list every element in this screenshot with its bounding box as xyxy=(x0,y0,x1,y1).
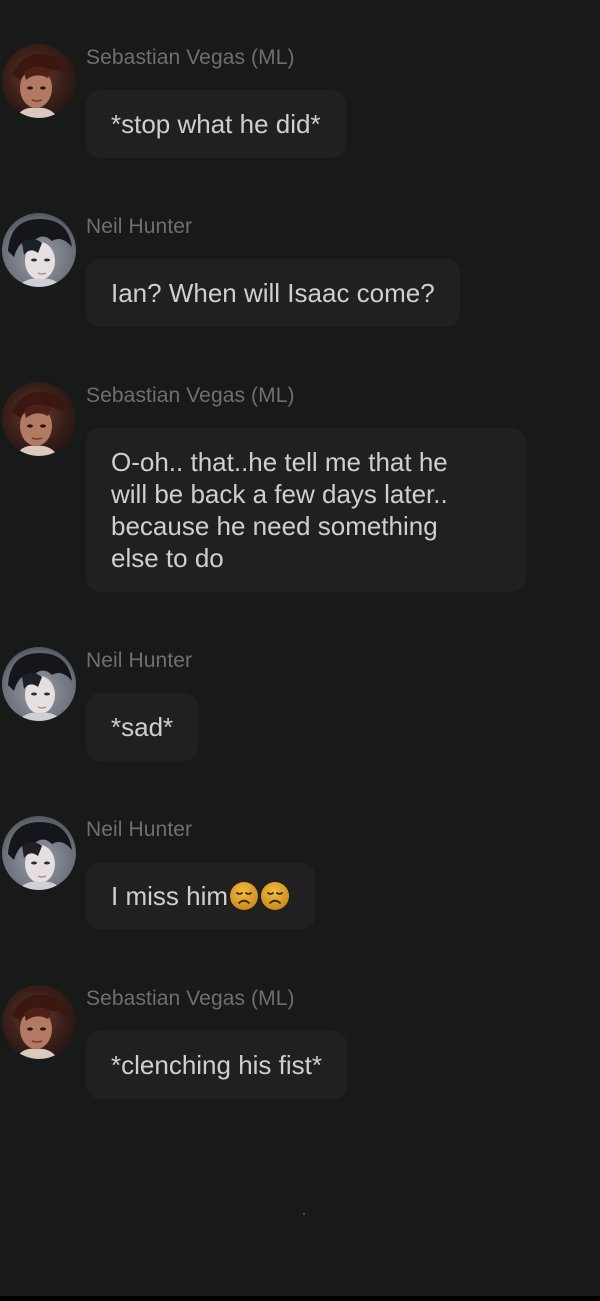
message-bubble[interactable]: *clenching his fist* xyxy=(86,1031,347,1099)
disappointed-face-icon xyxy=(229,881,259,911)
message-bubble[interactable]: Ian? When will Isaac come? xyxy=(86,259,460,327)
message-text: *clenching his fist* xyxy=(111,1050,322,1080)
avatar-neil[interactable] xyxy=(2,647,76,721)
sender-name: Neil Hunter xyxy=(86,649,193,672)
message-bubble[interactable]: I miss him xyxy=(86,862,315,930)
sender-name: Sebastian Vegas (ML) xyxy=(86,987,295,1010)
avatar-sebastian[interactable] xyxy=(2,382,76,456)
message-text: Ian? When will Isaac come? xyxy=(111,278,435,308)
sender-name: Sebastian Vegas (ML) xyxy=(86,46,295,69)
disappointed-face-icon xyxy=(260,881,290,911)
typing-indicator-dot xyxy=(303,1213,305,1215)
message-text: *sad* xyxy=(111,712,174,742)
message-text-line: will be back a few days later.. xyxy=(111,479,448,509)
message-text: I miss him xyxy=(111,881,228,911)
sender-name: Neil Hunter xyxy=(86,215,193,238)
message-text-line: O-oh.. that..he tell me that he xyxy=(111,447,448,477)
chat-thread: Sebastian Vegas (ML) *stop what he did* … xyxy=(0,0,600,1301)
sender-name: Neil Hunter xyxy=(86,818,193,841)
avatar-sebastian[interactable] xyxy=(2,44,76,118)
avatar-sebastian[interactable] xyxy=(2,985,76,1059)
message-text-line: because he need something xyxy=(111,511,438,541)
navigation-bar xyxy=(0,1296,600,1301)
avatar-neil[interactable] xyxy=(2,816,76,890)
message-bubble[interactable]: *sad* xyxy=(86,693,199,761)
sender-name: Sebastian Vegas (ML) xyxy=(86,384,295,407)
message-bubble[interactable]: O-oh.. that..he tell me that he will be … xyxy=(86,428,526,592)
message-text-line: else to do xyxy=(111,543,224,573)
message-bubble[interactable]: *stop what he did* xyxy=(86,90,346,158)
message-text: *stop what he did* xyxy=(111,109,321,139)
avatar-neil[interactable] xyxy=(2,213,76,287)
